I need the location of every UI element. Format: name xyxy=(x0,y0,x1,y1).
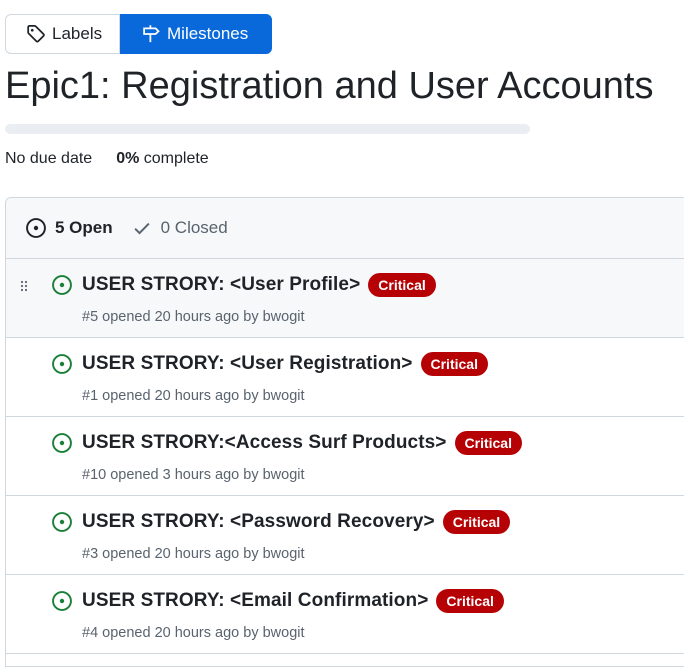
issue-opened-icon xyxy=(52,354,72,374)
issue-title-link[interactable]: USER STRORY: <Password Recovery> xyxy=(82,511,435,533)
completion-suffix: complete xyxy=(139,150,209,167)
labels-tab[interactable]: Labels xyxy=(5,14,120,54)
milestones-tab-label: Milestones xyxy=(167,24,249,43)
issue-row[interactable]: USER STRORY: <Password Recovery> Critica… xyxy=(6,496,684,575)
issue-title-line: USER STRORY: <User Registration> Critica… xyxy=(82,352,488,376)
issue-row[interactable]: USER STRORY:<Access Surf Products> Criti… xyxy=(6,417,684,496)
issue-opened-icon xyxy=(26,218,46,238)
issue-title-line: USER STRORY:<Access Surf Products> Criti… xyxy=(82,431,522,455)
issue-meta: #1 opened 20 hours ago by bwogit xyxy=(82,388,305,404)
issue-author-link[interactable]: bwogit xyxy=(263,467,305,483)
issue-opened-info: #3 opened 20 hours ago by xyxy=(82,546,263,562)
issue-author-link[interactable]: bwogit xyxy=(263,388,305,404)
milestone-meta: No due date 0% complete xyxy=(5,150,209,168)
issue-title-line: USER STRORY: <Password Recovery> Critica… xyxy=(82,510,511,534)
completion-percent: 0% xyxy=(116,150,140,167)
issue-opened-info: #10 opened 3 hours ago by xyxy=(82,467,263,483)
issue-opened-info: #5 opened 20 hours ago by xyxy=(82,309,263,325)
issue-author-link[interactable]: bwogit xyxy=(263,546,305,562)
issue-meta: #4 opened 20 hours ago by bwogit xyxy=(82,625,305,641)
issue-author-link[interactable]: bwogit xyxy=(263,309,305,325)
drag-handle-icon[interactable] xyxy=(19,279,29,293)
issue-opened-info: #1 opened 20 hours ago by xyxy=(82,388,263,404)
labels-tab-label: Labels xyxy=(52,24,103,43)
issue-meta: #5 opened 20 hours ago by bwogit xyxy=(82,309,305,325)
issue-opened-icon xyxy=(52,512,72,532)
issue-author-link[interactable]: bwogit xyxy=(263,625,305,641)
issue-title-line: USER STRORY: <User Profile> Critical xyxy=(82,273,436,297)
milestone-progress-bar xyxy=(5,124,530,134)
critical-label[interactable]: Critical xyxy=(454,431,522,455)
due-date: No due date xyxy=(5,150,93,167)
milestones-tab[interactable]: Milestones xyxy=(120,14,272,54)
issue-meta: #10 opened 3 hours ago by bwogit xyxy=(82,467,305,483)
issue-title-link[interactable]: USER STRORY: <Email Confirmation> xyxy=(82,590,428,612)
issue-title-link[interactable]: USER STRORY:<Access Surf Products> xyxy=(82,432,447,454)
issue-title-link[interactable]: USER STRORY: <User Registration> xyxy=(82,353,413,375)
issue-row[interactable]: USER STRORY: <Email Confirmation> Critic… xyxy=(6,575,684,654)
critical-label[interactable]: Critical xyxy=(368,273,436,297)
issue-row[interactable]: USER STRORY: <User Profile> Critical #5 … xyxy=(6,259,684,338)
issues-list-header: 5 Open 0 Closed xyxy=(6,198,684,259)
critical-label[interactable]: Critical xyxy=(442,510,511,534)
tag-icon xyxy=(27,25,45,43)
issue-meta: #3 opened 20 hours ago by bwogit xyxy=(82,546,305,562)
completion: 0% complete xyxy=(116,150,209,168)
open-count: 5 Open xyxy=(55,218,113,237)
issue-title-link[interactable]: USER STRORY: <User Profile> xyxy=(82,274,360,296)
issue-opened-icon xyxy=(52,433,72,453)
closed-issues-filter[interactable]: 0 Closed xyxy=(131,217,228,239)
closed-count: 0 Closed xyxy=(160,218,228,237)
issue-opened-icon xyxy=(52,275,72,295)
issue-opened-info: #4 opened 20 hours ago by xyxy=(82,625,263,641)
check-icon xyxy=(134,222,150,235)
open-issues-filter[interactable]: 5 Open xyxy=(25,217,113,239)
critical-label[interactable]: Critical xyxy=(436,589,504,613)
milestone-title: Epic1: Registration and User Accounts xyxy=(5,65,654,107)
milestone-icon xyxy=(143,25,160,43)
critical-label[interactable]: Critical xyxy=(420,352,488,376)
issues-list: 5 Open 0 Closed USER STRORY: <User Profi… xyxy=(5,197,684,667)
issue-opened-icon xyxy=(52,591,72,611)
subnav: Labels Milestones xyxy=(5,14,272,54)
issue-title-line: USER STRORY: <Email Confirmation> Critic… xyxy=(82,589,504,613)
issue-row[interactable]: USER STRORY: <User Registration> Critica… xyxy=(6,338,684,417)
